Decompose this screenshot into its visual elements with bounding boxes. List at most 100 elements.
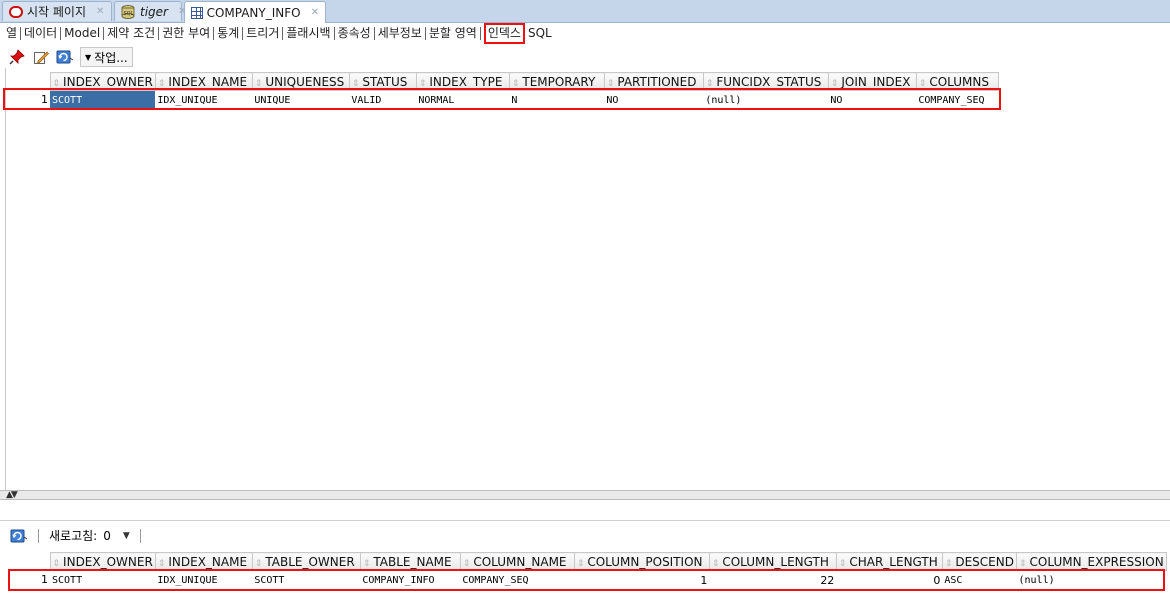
row-number-header bbox=[6, 72, 50, 91]
grid-cell[interactable]: VALID bbox=[349, 91, 416, 110]
subtab-triggers[interactable]: 트리거 bbox=[243, 24, 282, 43]
subtab-sql[interactable]: SQL bbox=[525, 24, 555, 43]
grid-cell[interactable]: (null) bbox=[1016, 571, 1166, 590]
tab-company-info[interactable]: COMPANY_INFO ✕ bbox=[184, 1, 326, 23]
close-icon[interactable]: ✕ bbox=[311, 7, 319, 18]
column-header[interactable]: ⇕ TABLE_OWNER bbox=[251, 552, 361, 571]
column-header[interactable]: ⇕ COLUMN_EXPRESSION bbox=[1015, 552, 1167, 571]
sort-icon: ⇕ bbox=[52, 78, 61, 89]
grid-cell[interactable]: 1 bbox=[574, 571, 709, 590]
grid-cell[interactable]: COMPANY_INFO bbox=[360, 571, 460, 590]
sort-icon: ⇕ bbox=[944, 558, 953, 569]
grid-left-border bbox=[5, 68, 6, 490]
grid-cell[interactable]: SCOTT bbox=[50, 90, 156, 109]
grid-cell[interactable]: 22 bbox=[709, 571, 836, 590]
grid-cell[interactable]: 0 bbox=[836, 571, 942, 590]
sort-icon: ⇕ bbox=[1018, 558, 1027, 569]
grid-cell[interactable]: (null) bbox=[703, 91, 828, 110]
subtab-flashback[interactable]: 플래시백 bbox=[283, 24, 333, 43]
grid-cell[interactable]: IDX_UNIQUE bbox=[155, 571, 252, 590]
column-header[interactable]: ⇕ CHAR_LENGTH bbox=[835, 552, 943, 571]
subtab-grants[interactable]: 권한 부여 bbox=[159, 24, 213, 43]
grid-cell[interactable]: COMPANY_SEQ bbox=[916, 91, 998, 110]
column-header[interactable]: ⇕ INDEX_OWNER bbox=[49, 72, 156, 91]
subtab-columns[interactable]: 열 bbox=[0, 24, 20, 43]
refresh-icon[interactable] bbox=[10, 527, 28, 545]
row-number: 1 bbox=[41, 573, 48, 587]
oracle-start-icon bbox=[9, 5, 23, 18]
grid-header-row: ⇕ INDEX_OWNER ⇕ INDEX_NAME ⇕ TABLE_OWNER ⇕ T… bbox=[6, 552, 1167, 571]
pane-splitter[interactable]: ▲▼ bbox=[0, 490, 1170, 500]
grid-header-row: ⇕ INDEX_OWNER ⇕ INDEX_NAME ⇕ UNIQUENESS ⇕ ST… bbox=[6, 72, 999, 91]
tab-label: 시작 페이지 bbox=[27, 5, 87, 19]
column-header[interactable]: ⇕ INDEX_NAME bbox=[154, 552, 253, 571]
tab-start-page[interactable]: 시작 페이지 ✕ bbox=[2, 1, 112, 21]
actions-menu-button[interactable]: ▼ 작업... bbox=[80, 47, 133, 67]
table-row[interactable]: 1 SCOTT IDX_UNIQUE SCOTT COMPANY_INFO CO… bbox=[6, 571, 1166, 590]
splitter-arrows-icon[interactable]: ▲▼ bbox=[6, 490, 18, 500]
column-header[interactable]: ⇕ UNIQUENESS bbox=[251, 72, 350, 91]
subtab-dependencies[interactable]: 종속성 bbox=[335, 24, 374, 43]
column-header[interactable]: ⇕ INDEX_TYPE bbox=[415, 72, 510, 91]
sort-icon: ⇕ bbox=[705, 78, 714, 89]
divider bbox=[139, 528, 141, 543]
column-header[interactable]: ⇕ STATUS bbox=[348, 72, 417, 91]
table-row[interactable]: 1 SCOTT IDX_UNIQUE UNIQUE VALID NORMAL N… bbox=[6, 90, 998, 110]
divider bbox=[479, 27, 481, 40]
column-header[interactable]: ⇕ JOIN_INDEX bbox=[827, 72, 917, 91]
sort-icon: ⇕ bbox=[157, 78, 166, 89]
column-header[interactable]: ⇕ COLUMN_LENGTH bbox=[708, 552, 837, 571]
refresh-interval-value: 0 bbox=[103, 528, 111, 543]
column-header[interactable]: ⇕ PARTITIONED bbox=[603, 72, 704, 91]
subtab-details[interactable]: 세부정보 bbox=[375, 24, 425, 43]
grid-cell[interactable]: ASC bbox=[942, 571, 1016, 590]
tab-tiger[interactable]: SQL tiger ✕ bbox=[114, 1, 186, 21]
sort-icon: ⇕ bbox=[830, 78, 839, 89]
sort-icon: ⇕ bbox=[418, 78, 427, 89]
column-header[interactable]: ⇕ INDEX_OWNER bbox=[49, 552, 156, 571]
grid-cell[interactable]: NO bbox=[604, 91, 703, 110]
edit-icon[interactable] bbox=[32, 48, 50, 66]
grid-cell[interactable]: NORMAL bbox=[416, 91, 509, 110]
sort-icon: ⇕ bbox=[511, 78, 520, 89]
index-toolbar: ▼ 작업... bbox=[0, 46, 1170, 68]
column-header[interactable]: ⇕ DESCEND bbox=[941, 552, 1017, 571]
column-header[interactable]: ⇕ INDEX_NAME bbox=[154, 72, 253, 91]
grid-cell[interactable]: N bbox=[509, 91, 604, 110]
sort-icon: ⇕ bbox=[606, 78, 615, 89]
sort-icon: ⇕ bbox=[362, 558, 371, 569]
subtab-statistics[interactable]: 통계 bbox=[214, 24, 242, 43]
dropdown-arrow-icon: ▼ bbox=[85, 52, 92, 62]
editor-tab-bar: 시작 페이지 ✕ SQL tiger ✕ COMPANY_INFO ✕ bbox=[0, 0, 1170, 23]
grid-cell[interactable]: IDX_UNIQUE bbox=[155, 91, 252, 110]
grid-cell[interactable]: UNIQUE bbox=[252, 91, 349, 110]
subtab-data[interactable]: 데이터 bbox=[21, 24, 60, 43]
column-header[interactable]: ⇕ FUNCIDX_STATUS bbox=[702, 72, 829, 91]
column-header[interactable]: ⇕ TABLE_NAME bbox=[359, 552, 461, 571]
pin-icon[interactable] bbox=[8, 48, 26, 66]
refresh-interval-select[interactable]: 0 ▼ bbox=[103, 529, 130, 543]
sort-icon: ⇕ bbox=[711, 558, 720, 569]
index-grid: ⇕ INDEX_OWNER ⇕ INDEX_NAME ⇕ UNIQUENESS ⇕ ST… bbox=[6, 72, 999, 109]
close-icon[interactable]: ✕ bbox=[96, 6, 104, 17]
grid-cell[interactable]: COMPANY_SEQ bbox=[460, 571, 574, 590]
subtab-constraints[interactable]: 제약 조건 bbox=[104, 24, 158, 43]
subtab-model[interactable]: Model bbox=[61, 24, 103, 43]
sort-icon: ⇕ bbox=[918, 78, 927, 89]
subtab-indexes[interactable]: 인덱스 bbox=[483, 23, 525, 44]
table-grid-icon bbox=[191, 6, 203, 19]
column-header[interactable]: ⇕ COLUMN_NAME bbox=[459, 552, 575, 571]
grid-cell[interactable]: NO bbox=[828, 91, 916, 110]
chevron-down-icon: ▼ bbox=[122, 530, 130, 541]
column-header[interactable]: ⇕ COLUMNS bbox=[915, 72, 999, 91]
actions-label: 작업... bbox=[94, 50, 128, 65]
sort-icon: ⇕ bbox=[576, 558, 585, 569]
grid-cell[interactable]: SCOTT bbox=[252, 571, 360, 590]
grid-cell[interactable]: SCOTT bbox=[50, 571, 155, 590]
index-columns-grid: ⇕ INDEX_OWNER ⇕ INDEX_NAME ⇕ TABLE_OWNER ⇕ T… bbox=[6, 552, 1167, 589]
column-header[interactable]: ⇕ COLUMN_POSITION bbox=[573, 552, 710, 571]
refresh-icon[interactable] bbox=[56, 48, 74, 66]
sql-worksheet-icon: SQL bbox=[121, 4, 136, 19]
column-header[interactable]: ⇕ TEMPORARY bbox=[508, 72, 605, 91]
subtab-partitions[interactable]: 분할 영역 bbox=[426, 24, 480, 43]
